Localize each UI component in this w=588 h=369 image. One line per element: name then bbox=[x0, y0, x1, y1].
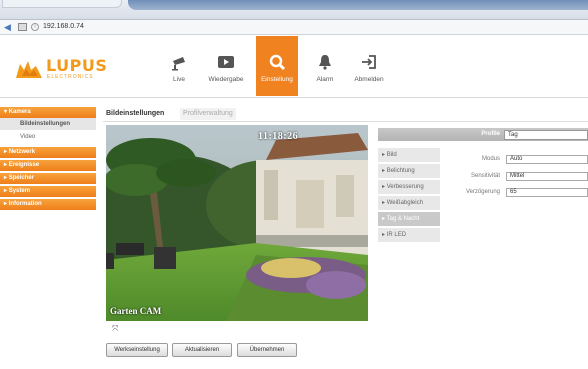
tab-divider bbox=[103, 121, 588, 122]
address-bar[interactable]: ◀ i 192.168.0.74 bbox=[0, 20, 588, 35]
mode-select[interactable]: Auto bbox=[506, 155, 588, 164]
refresh-button[interactable]: Aktualisieren bbox=[172, 343, 232, 357]
nav-logout[interactable]: Abmelden bbox=[348, 41, 390, 96]
sidebar-sub-image-settings[interactable]: Bildeinstellungen bbox=[0, 118, 96, 131]
nav-playback-label: Wiedergabe bbox=[208, 76, 244, 83]
nav-playback[interactable]: Wiedergabe bbox=[205, 41, 247, 96]
sidebar-item-system[interactable]: ▸ System bbox=[0, 186, 96, 197]
sidebar-item-label: System bbox=[8, 188, 31, 194]
tab-profile-management[interactable]: Profilverwaltung bbox=[180, 108, 236, 120]
delay-label: Verzögerung bbox=[465, 189, 500, 195]
camera-name-label: Garten CAM bbox=[110, 306, 162, 316]
info-icon[interactable]: i bbox=[31, 23, 39, 31]
sensitivity-label: Sensitivität bbox=[470, 173, 500, 179]
image-settings-menu: ▸ Bild ▸ Belichtung ▸ Verbesserung ▸ Wei… bbox=[378, 148, 440, 244]
sidebar-item-label: Information bbox=[8, 201, 42, 207]
lynx-logo-icon bbox=[16, 61, 42, 78]
menu-item-tag-nacht[interactable]: ▸ Tag & Nacht bbox=[378, 212, 440, 226]
page-icon bbox=[18, 23, 27, 31]
factory-reset-button[interactable]: Werkseinstellung bbox=[106, 343, 168, 357]
sidebar-item-label: Netzwerk bbox=[8, 149, 36, 155]
back-arrow-icon[interactable]: ◀ bbox=[4, 22, 14, 32]
sidebar-sub-video[interactable]: Video bbox=[0, 131, 96, 144]
logout-icon bbox=[362, 55, 376, 69]
menu-item-label: IR LED bbox=[386, 232, 407, 238]
menu-item-weissabgleich[interactable]: ▸ Weißabgleich bbox=[378, 196, 440, 210]
play-icon bbox=[218, 56, 234, 68]
nav-settings[interactable]: Einstellung bbox=[256, 36, 298, 96]
profile-select[interactable]: Tag bbox=[504, 130, 588, 140]
profile-label: Profile bbox=[481, 131, 500, 137]
nav-live[interactable]: Live bbox=[158, 41, 200, 96]
bell-icon bbox=[319, 55, 331, 70]
sidebar-item-information[interactable]: ▸ Information bbox=[0, 199, 96, 210]
sidebar-item-label: Speicher bbox=[8, 175, 35, 181]
browser-tab-bar bbox=[0, 0, 588, 20]
menu-item-label: Bild bbox=[386, 152, 397, 158]
tab-image-settings[interactable]: Bildeinstellungen bbox=[103, 108, 167, 120]
logo-brand: LUPUS bbox=[46, 56, 108, 75]
menu-item-ir-led[interactable]: ▸ IR LED bbox=[378, 228, 440, 242]
sidebar-item-label: Kamera bbox=[8, 109, 31, 115]
profile-bar: Profile Tag bbox=[378, 128, 588, 141]
menu-item-belichtung[interactable]: ▸ Belichtung bbox=[378, 164, 440, 178]
settings-search-icon bbox=[269, 54, 286, 71]
camera-preview: 11:18:26 Garten CAM bbox=[106, 125, 368, 321]
nav-alarm-label: Alarm bbox=[316, 76, 334, 83]
camera-timestamp: 11:18:26 bbox=[258, 131, 299, 142]
sidebar-item-kamera[interactable]: ▾ Kamera bbox=[0, 107, 96, 118]
sidebar-item-network[interactable]: ▸ Netzwerk bbox=[0, 147, 96, 158]
menu-item-bild[interactable]: ▸ Bild bbox=[378, 148, 440, 162]
browser-tab[interactable] bbox=[2, 0, 122, 8]
fullscreen-icon[interactable]: ⤧ bbox=[112, 325, 120, 333]
nav-alarm[interactable]: Alarm bbox=[304, 41, 346, 96]
camera-icon bbox=[172, 57, 185, 71]
menu-item-label: Belichtung bbox=[386, 168, 415, 174]
logo-subtitle: ELECTRONICS bbox=[47, 74, 94, 80]
sidebar-item-storage[interactable]: ▸ Speicher bbox=[0, 173, 96, 184]
nav-logout-label: Abmelden bbox=[354, 76, 384, 83]
nav-settings-label: Einstellung bbox=[261, 76, 293, 83]
garden-scene-image bbox=[106, 125, 368, 321]
browser-title-strip bbox=[128, 0, 588, 10]
address-text[interactable]: 192.168.0.74 bbox=[43, 23, 84, 30]
settings-sidebar: ▾ Kamera Bildeinstellungen Video ▸ Netzw… bbox=[0, 107, 96, 212]
menu-item-verbesserung[interactable]: ▸ Verbesserung bbox=[378, 180, 440, 194]
menu-item-label: Weißabgleich bbox=[386, 200, 423, 206]
menu-item-label: Verbesserung bbox=[386, 184, 424, 190]
app-header: LUPUS ELECTRONICS Live Wiedergabe Einste… bbox=[0, 36, 588, 98]
delay-input[interactable]: 65 bbox=[506, 188, 588, 197]
sensitivity-select[interactable]: Mittel bbox=[506, 172, 588, 181]
sidebar-item-events[interactable]: ▸ Ereignisse bbox=[0, 160, 96, 171]
lupus-logo[interactable]: LUPUS ELECTRONICS bbox=[14, 54, 114, 84]
mode-label: Modus bbox=[481, 156, 500, 162]
apply-button[interactable]: Übernehmen bbox=[237, 343, 297, 357]
menu-item-label: Tag & Nacht bbox=[386, 216, 420, 222]
sidebar-item-label: Ereignisse bbox=[8, 162, 40, 168]
nav-live-label: Live bbox=[173, 76, 185, 83]
